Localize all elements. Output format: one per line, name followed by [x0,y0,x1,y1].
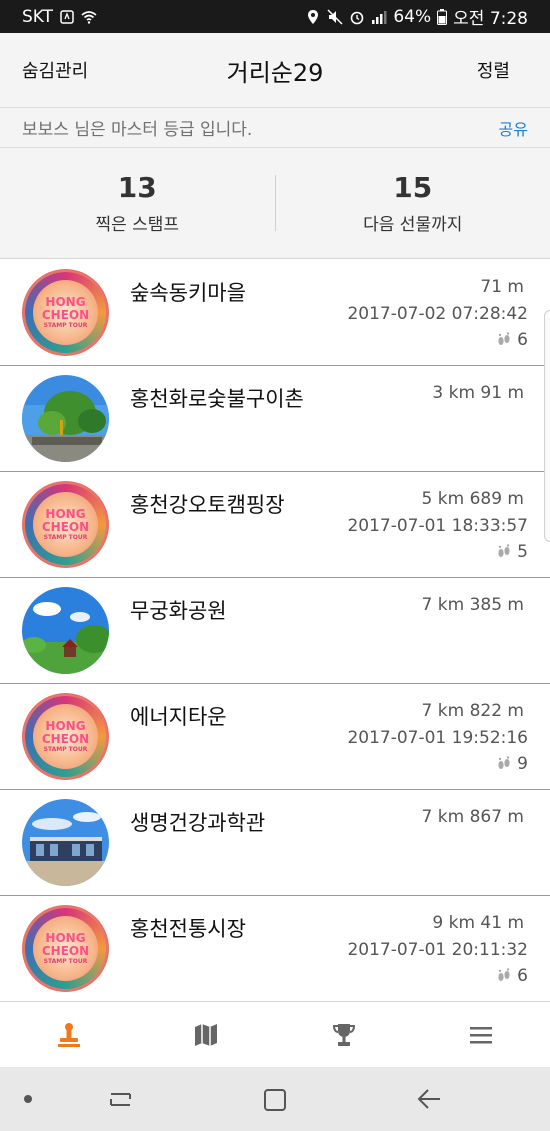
menu-icon [470,1026,493,1043]
notification-icon [60,9,74,24]
carrier-label: SKT [22,6,54,27]
signal-icon [372,10,387,24]
place-name: 홍천전통시장 [130,917,246,941]
place-name: 에너지타운 [130,705,227,729]
wifi-icon [81,10,97,24]
back-button[interactable] [416,1087,442,1111]
place-name: 무궁화공원 [130,599,227,623]
home-icon [264,1089,286,1111]
visit-count: 5 [497,542,528,562]
stamp-logo-image: HONG CHEON STAMP TOUR [22,693,109,780]
list-item[interactable]: 생명건강과학관 7 km 867 m [0,790,550,896]
stamp-logo-image: HONG CHEON STAMP TOUR [22,269,109,356]
next-gift-label: 다음 선물까지 [363,214,463,235]
place-distance: 5 km 689 m [421,489,524,509]
place-distance: 9 km 41 m [432,913,524,933]
stamp-stats: 13 찍은 스탬프 15 다음 선물까지 [0,148,550,259]
stamped-label: 찍은 스탬프 [95,214,180,235]
stamp-logo-image: HONG CHEON STAMP TOUR [22,905,109,992]
visit-count: 9 [497,754,528,774]
next-gift-stat: 15 다음 선물까지 [276,148,550,258]
footprint-icon [498,756,510,769]
nav-dot[interactable] [22,1093,34,1105]
nav-menu[interactable] [413,1002,550,1067]
grade-message: 보보스 님은 마스터 등급 입니다. [22,120,253,140]
sort-button[interactable]: 정렬 [477,57,510,83]
place-photo [22,799,109,886]
app-header: 숨김관리 거리순29 정렬 [0,33,550,108]
place-distance: 7 km 385 m [421,595,524,615]
footprint-icon [498,968,510,981]
bottom-nav [0,1001,550,1067]
nav-stamp[interactable] [0,1002,138,1067]
alarm-icon [351,11,364,24]
dot-icon [24,1095,32,1103]
status-bar: SKT 64% 오전 7:28 [0,0,550,33]
location-icon [308,9,319,24]
stamped-stat: 13 찍은 스탬프 [0,148,275,258]
list-item[interactable]: HONG CHEON STAMP TOUR 숲속동키마을 71 m 2017-07-… [0,260,550,366]
map-icon [195,1023,218,1046]
recent-apps-button[interactable] [108,1087,134,1111]
stamp-date: 2017-07-01 19:52:16 [347,728,528,748]
place-name: 생명건강과학관 [130,811,266,835]
place-distance: 3 km 91 m [432,383,524,403]
back-icon [417,1089,440,1109]
place-name: 숲속동키마을 [130,281,246,305]
stamp-date: 2017-07-02 07:28:42 [347,304,528,324]
home-button[interactable] [262,1087,288,1113]
hidden-manage-button[interactable]: 숨김관리 [22,57,88,83]
trophy-icon [332,1023,355,1046]
place-distance: 7 km 867 m [421,807,524,827]
list-item[interactable]: HONG CHEON STAMP TOUR 에너지타운 7 km 822 m 201… [0,684,550,790]
footprint-icon [498,332,510,345]
stamp-logo-image: HONG CHEON STAMP TOUR [22,481,109,568]
stamped-count: 13 [117,170,157,204]
scroll-handle[interactable] [544,310,550,542]
place-photo [22,587,109,674]
battery-percent: 64% [393,6,432,27]
mute-icon [327,8,343,25]
stamp-date: 2017-07-01 18:33:57 [347,516,528,536]
place-distance: 7 km 822 m [421,701,524,721]
recent-apps-icon [110,1093,131,1106]
grade-info-bar: 보보스 님은 마스터 등급 입니다. 공유 [0,108,550,148]
place-list: HONG CHEON STAMP TOUR 숲속동키마을 71 m 2017-07-… [0,260,550,1002]
stamp-date: 2017-07-01 20:11:32 [347,940,528,960]
list-item[interactable]: 홍천화로숯불구이촌 3 km 91 m [0,366,550,472]
page-title: 거리순29 [226,58,324,87]
nav-ranking[interactable] [275,1002,413,1067]
visit-count: 6 [497,966,528,986]
footprint-icon [498,544,510,557]
place-photo [22,375,109,462]
list-item[interactable]: 무궁화공원 7 km 385 m [0,578,550,684]
stamp-icon [57,1022,80,1047]
nav-map[interactable] [138,1002,276,1067]
place-distance: 71 m [480,277,524,297]
battery-icon [437,8,448,25]
share-button[interactable]: 공유 [499,116,528,140]
list-item[interactable]: HONG CHEON STAMP TOUR 홍천전통시장 9 km 41 m 201… [0,896,550,1002]
system-nav-bar [0,1067,550,1131]
place-name: 홍천강오토캠핑장 [130,493,285,517]
place-name: 홍천화로숯불구이촌 [130,387,304,411]
list-item[interactable]: HONG CHEON STAMP TOUR 홍천강오토캠핑장 5 km 689 m … [0,472,550,578]
next-gift-count: 15 [393,170,433,204]
clock: 오전 7:28 [453,9,528,29]
visit-count: 6 [497,330,528,350]
